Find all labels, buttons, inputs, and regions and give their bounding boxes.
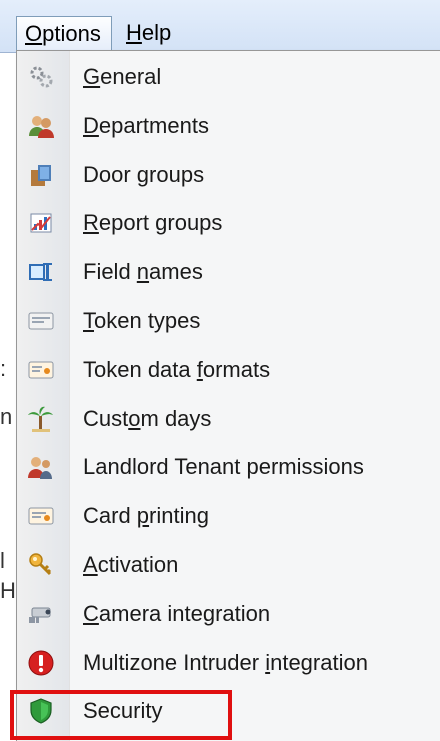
menu-item-report-groups[interactable]: Report groups xyxy=(17,199,440,248)
menu-item-label: Departments xyxy=(83,112,209,138)
alert-icon xyxy=(27,649,55,677)
menu-item-door-groups[interactable]: Door groups xyxy=(17,151,440,200)
camera-icon xyxy=(27,600,55,628)
mnemonic-letter: H xyxy=(126,20,142,45)
mnemonic-letter: f xyxy=(196,356,203,382)
text-field-icon xyxy=(27,258,55,286)
menu-options[interactable]: Options xyxy=(16,16,112,50)
report-icon xyxy=(27,209,55,237)
menu-item-label: Camera integration xyxy=(83,600,271,626)
menu-item-camera-integration[interactable]: Camera integration xyxy=(17,590,440,639)
mnemonic-letter: o xyxy=(128,405,141,431)
card-printing-icon xyxy=(27,502,55,530)
mnemonic-letter: p xyxy=(136,503,150,529)
mnemonic-letter: A xyxy=(83,551,98,577)
menu-item-activation[interactable]: Activation xyxy=(17,541,440,590)
background-char: l xyxy=(0,548,5,573)
mnemonic-letter: T xyxy=(83,307,94,333)
menu-item-multizone-intruder-integration[interactable]: Multizone Intruder integration xyxy=(17,639,440,688)
menu-item-label: Door groups xyxy=(83,161,205,187)
menu-item-departments[interactable]: Departments xyxy=(17,102,440,151)
menu-item-general[interactable]: General xyxy=(17,53,440,102)
gears-icon xyxy=(27,63,55,91)
menu-item-security[interactable]: Security xyxy=(17,687,440,736)
menu-item-label: Token data formats xyxy=(83,356,271,382)
menu-item-custom-days[interactable]: Custom days xyxy=(17,395,440,444)
menu-item-label: Field names xyxy=(83,259,203,285)
mnemonic-letter: i xyxy=(265,649,271,675)
menu-item-label: Security xyxy=(83,698,163,724)
menu-item-label: Token types xyxy=(83,307,201,333)
menu-help[interactable]: Help xyxy=(118,16,182,50)
menu-item-label: Custom days xyxy=(83,405,212,431)
menu-item-field-names[interactable]: Field names xyxy=(17,248,440,297)
mnemonic-letter: O xyxy=(25,21,43,46)
mnemonic-letter: G xyxy=(83,64,101,89)
menu-bar: Options Help xyxy=(0,0,440,53)
mnemonic-letter: n xyxy=(136,259,150,285)
token-card-icon xyxy=(27,307,55,335)
menu-item-card-printing[interactable]: Card printing xyxy=(17,492,440,541)
options-dropdown-menu: General Departments Door groups Report grou… xyxy=(16,50,440,741)
landlord-icon xyxy=(27,453,55,481)
people-icon xyxy=(27,112,55,140)
background-char: n xyxy=(0,404,13,429)
mnemonic-letter: R xyxy=(83,210,99,236)
menu-item-label: Landlord Tenant permissions xyxy=(83,454,364,480)
menu-item-label: Report groups xyxy=(83,210,223,236)
palm-tree-icon xyxy=(27,405,55,433)
menu-item-landlord-tenant-permissions[interactable]: Landlord Tenant permissions xyxy=(17,443,440,492)
token-format-icon xyxy=(27,356,55,384)
menu-item-label: Multizone Intruder integration xyxy=(83,649,368,675)
background-char: H xyxy=(0,578,16,603)
key-icon xyxy=(27,551,55,579)
mnemonic-letter: D xyxy=(83,112,99,138)
menu-item-token-data-formats[interactable]: Token data formats xyxy=(17,346,440,395)
shield-icon xyxy=(27,697,55,725)
door-icon xyxy=(27,161,55,189)
menu-item-label: Card printing xyxy=(83,503,209,529)
menu-item-token-types[interactable]: Token types xyxy=(17,297,440,346)
menu-item-label: General xyxy=(83,64,162,89)
mnemonic-letter: C xyxy=(83,600,99,626)
background-char: : xyxy=(0,356,7,381)
menu-item-label: Activation xyxy=(83,551,179,577)
